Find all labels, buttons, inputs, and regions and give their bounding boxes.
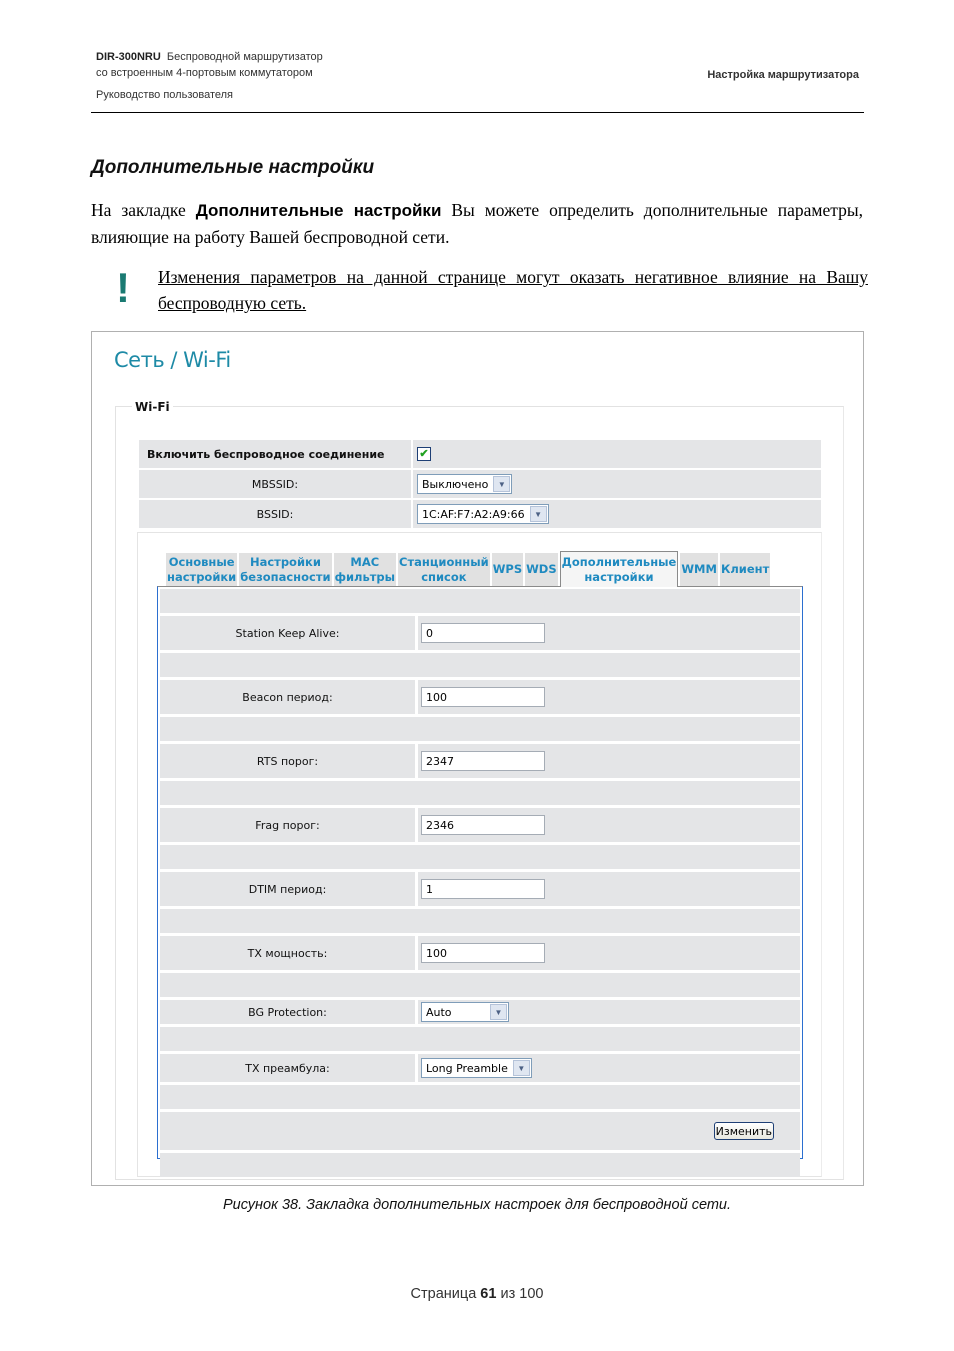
- document-header: DIR-300NRU Беспроводной маршрутизатор со…: [96, 49, 323, 103]
- beacon-period-input[interactable]: 100: [421, 687, 545, 707]
- tab-station-list[interactable]: Станционный список: [398, 553, 490, 586]
- section-title: Дополнительные настройки: [91, 157, 375, 178]
- beacon-period-row: Beacon период: 100: [160, 680, 800, 714]
- page-title: Сеть / Wi-Fi: [114, 348, 231, 372]
- figure-caption: Рисунок 38. Закладка дополнительных наст…: [222, 1197, 732, 1213]
- warning-icon: !: [116, 264, 130, 311]
- wifi-settings-screenshot: Сеть / Wi-Fi Wi-Fi Включить беспроводное…: [91, 331, 864, 1186]
- bssid-label: BSSID:: [139, 500, 411, 528]
- chevron-down-icon[interactable]: ▼: [490, 1004, 507, 1020]
- mbssid-value: Выключено: [422, 477, 489, 491]
- button-row: Изменить: [160, 1112, 800, 1150]
- bg-protection-value: Auto: [426, 1005, 452, 1019]
- spacer-row: [160, 653, 800, 677]
- intro-bold: Дополнительные настройки: [195, 201, 442, 220]
- mbssid-row: MBSSID: Выключено ▼: [139, 470, 821, 498]
- spacer-row: [160, 1027, 800, 1051]
- tx-power-input[interactable]: 100: [421, 943, 545, 963]
- spacer-row: [160, 845, 800, 869]
- tab-client[interactable]: Клиент: [719, 553, 771, 586]
- rts-threshold-row: RTS порог: 2347: [160, 744, 800, 778]
- model-name: DIR-300NRU: [96, 51, 161, 63]
- doc-type: Руководство пользователя: [96, 89, 233, 101]
- intro-prefix: На закладке: [91, 200, 196, 220]
- wifi-general-table: Включить беспроводное соединение ✔ MBSSI…: [139, 440, 821, 530]
- spacer-row: [160, 717, 800, 741]
- frag-threshold-input[interactable]: 2346: [421, 815, 545, 835]
- rts-threshold-label: RTS порог:: [160, 744, 415, 778]
- advanced-settings-panel: Station Keep Alive: 0 Beacon период: 100…: [157, 586, 803, 1177]
- page-middle: из: [496, 1286, 520, 1302]
- beacon-period-label: Beacon период:: [160, 680, 415, 714]
- dtim-period-label: DTIM период:: [160, 872, 415, 906]
- tx-power-label: TX мощность:: [160, 936, 415, 970]
- rts-threshold-input[interactable]: 2347: [421, 751, 545, 771]
- spacer-row: [160, 1153, 800, 1177]
- tab-wmm[interactable]: WMM: [680, 553, 718, 586]
- bssid-value: 1C:AF:F7:A2:A9:66: [422, 507, 525, 521]
- tx-preamble-select[interactable]: Long Preamble ▼: [421, 1058, 532, 1078]
- spacer-row: [160, 781, 800, 805]
- spacer-row: [160, 1085, 800, 1109]
- tab-wds[interactable]: WDS: [525, 553, 558, 586]
- mbssid-label: MBSSID:: [139, 470, 411, 498]
- spacer-row: [160, 909, 800, 933]
- mbssid-select[interactable]: Выключено ▼: [417, 474, 513, 494]
- chevron-down-icon[interactable]: ▼: [529, 506, 547, 522]
- page-total: 100: [519, 1286, 544, 1302]
- tx-power-row: TX мощность: 100: [160, 936, 800, 970]
- tab-advanced-settings[interactable]: Дополнительные настройки: [559, 551, 679, 587]
- fieldset-legend: Wi-Fi: [132, 400, 173, 414]
- tab-security-settings[interactable]: Настройки безопасности: [239, 553, 332, 586]
- tab-bar: Основные настройки Настройки безопасност…: [166, 551, 772, 587]
- dtim-period-row: DTIM период: 1: [160, 872, 800, 906]
- station-keep-alive-row: Station Keep Alive: 0: [160, 616, 800, 650]
- bg-protection-label: BG Protection:: [160, 1000, 415, 1024]
- spacer-row: [160, 973, 800, 997]
- page-number: 61: [480, 1286, 497, 1302]
- chapter-title: Настройка маршрутизатора: [707, 69, 859, 81]
- tx-preamble-row: TX преамбула: Long Preamble ▼: [160, 1054, 800, 1082]
- enable-wireless-row: Включить беспроводное соединение ✔: [139, 440, 821, 468]
- dtim-period-input[interactable]: 1: [421, 879, 545, 899]
- product-line-2: со встроенным 4-портовым коммутатором: [96, 67, 313, 79]
- chevron-down-icon[interactable]: ▼: [493, 476, 511, 492]
- product-line-1: Беспроводной маршрутизатор: [166, 51, 323, 63]
- spacer-row: [160, 589, 800, 613]
- chevron-down-icon[interactable]: ▼: [512, 1060, 530, 1076]
- tx-preamble-label: TX преамбула:: [160, 1054, 415, 1082]
- tab-wps[interactable]: WPS: [491, 553, 524, 586]
- tx-preamble-value: Long Preamble: [426, 1061, 508, 1075]
- bssid-row: BSSID: 1C:AF:F7:A2:A9:66 ▼: [139, 500, 821, 528]
- header-divider: [91, 112, 864, 113]
- tab-basic-settings[interactable]: Основные настройки: [166, 553, 238, 586]
- warning-text: Изменения параметров на данной странице …: [158, 267, 868, 313]
- frag-threshold-label: Frag порог:: [160, 808, 415, 842]
- enable-wireless-label: Включить беспроводное соединение: [139, 440, 411, 468]
- check-icon: ✔: [419, 447, 429, 460]
- page-prefix: Страница: [410, 1286, 481, 1302]
- station-keep-alive-input[interactable]: 0: [421, 623, 545, 643]
- frag-threshold-row: Frag порог: 2346: [160, 808, 800, 842]
- tab-mac-filters[interactable]: MAC фильтры: [333, 553, 397, 586]
- bg-protection-row: BG Protection: Auto ▼: [160, 1000, 800, 1024]
- apply-button[interactable]: Изменить: [713, 1122, 774, 1140]
- bssid-select[interactable]: 1C:AF:F7:A2:A9:66 ▼: [417, 504, 549, 524]
- station-keep-alive-label: Station Keep Alive:: [160, 616, 415, 650]
- page-footer: Страница 61 из 100: [0, 1286, 954, 1302]
- enable-wireless-checkbox[interactable]: ✔: [417, 447, 431, 461]
- bg-protection-select[interactable]: Auto ▼: [421, 1002, 509, 1022]
- intro-paragraph: На закладке Дополнительные настройки Вы …: [91, 197, 863, 250]
